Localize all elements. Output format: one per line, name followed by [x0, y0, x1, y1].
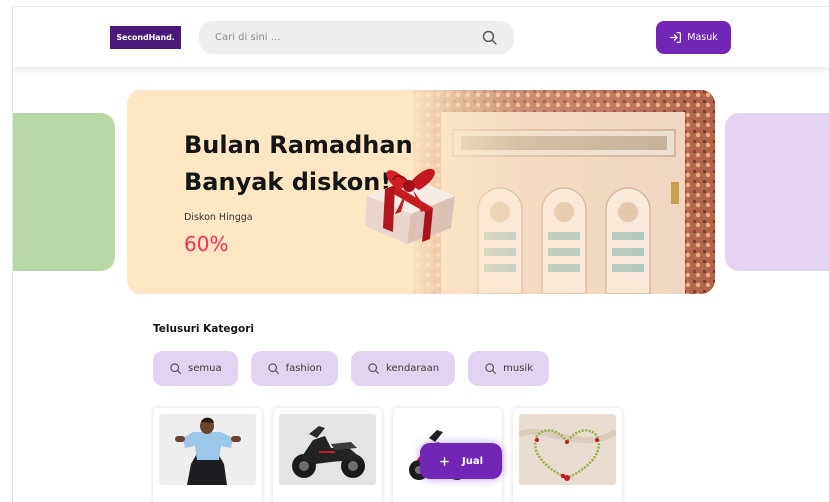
- banner-discount-percent: 60%: [184, 232, 229, 256]
- category-chip-label: musik: [503, 363, 533, 374]
- category-chip-musik[interactable]: musik: [468, 351, 549, 386]
- search-icon: [368, 363, 379, 374]
- banner-subtitle: Diskon Hingga: [184, 212, 253, 223]
- search-icon[interactable]: [481, 29, 498, 46]
- search-input[interactable]: [215, 21, 465, 54]
- category-chip-kendaraan[interactable]: kendaraan: [351, 351, 456, 386]
- top-navbar: SecondHand. Masuk: [13, 7, 829, 67]
- login-button[interactable]: Masuk: [656, 21, 731, 54]
- product-card[interactable]: [153, 408, 262, 502]
- category-chip-semua[interactable]: semua: [153, 351, 238, 386]
- category-chip-label: semua: [188, 363, 222, 374]
- carousel-prev-slide[interactable]: [13, 113, 115, 271]
- search-icon: [267, 363, 279, 374]
- plus-icon: [440, 456, 449, 466]
- category-chip-fashion[interactable]: fashion: [250, 351, 339, 386]
- category-chips: semua fashion kendaraan musik: [153, 351, 549, 386]
- sell-fab-label: Jual: [461, 455, 483, 467]
- product-card[interactable]: [273, 408, 382, 502]
- search-icon: [485, 363, 497, 374]
- category-chip-label: fashion: [285, 363, 323, 374]
- product-grid: [153, 408, 622, 502]
- app-window: SecondHand. Masuk: [12, 6, 829, 502]
- sell-fab-button[interactable]: Jual: [420, 443, 502, 479]
- login-icon: [670, 32, 682, 43]
- heart-bead-necklace-photo: [518, 414, 618, 485]
- woman-in-blue-shirt-photo: [159, 414, 256, 485]
- product-card[interactable]: [513, 408, 622, 502]
- logo[interactable]: SecondHand.: [110, 26, 181, 49]
- category-section-title: Telusuri Kategori: [153, 323, 254, 335]
- search-bar[interactable]: [199, 21, 514, 54]
- search-icon: [170, 363, 181, 374]
- promo-banner[interactable]: Bulan Ramadhan Banyak diskon! Diskon Hin…: [127, 90, 715, 294]
- login-label: Masuk: [687, 32, 718, 43]
- gift-box-icon: [365, 168, 455, 244]
- category-chip-label: kendaraan: [386, 363, 440, 374]
- carousel-next-slide[interactable]: [725, 113, 829, 271]
- black-scooter-photo: [279, 414, 376, 485]
